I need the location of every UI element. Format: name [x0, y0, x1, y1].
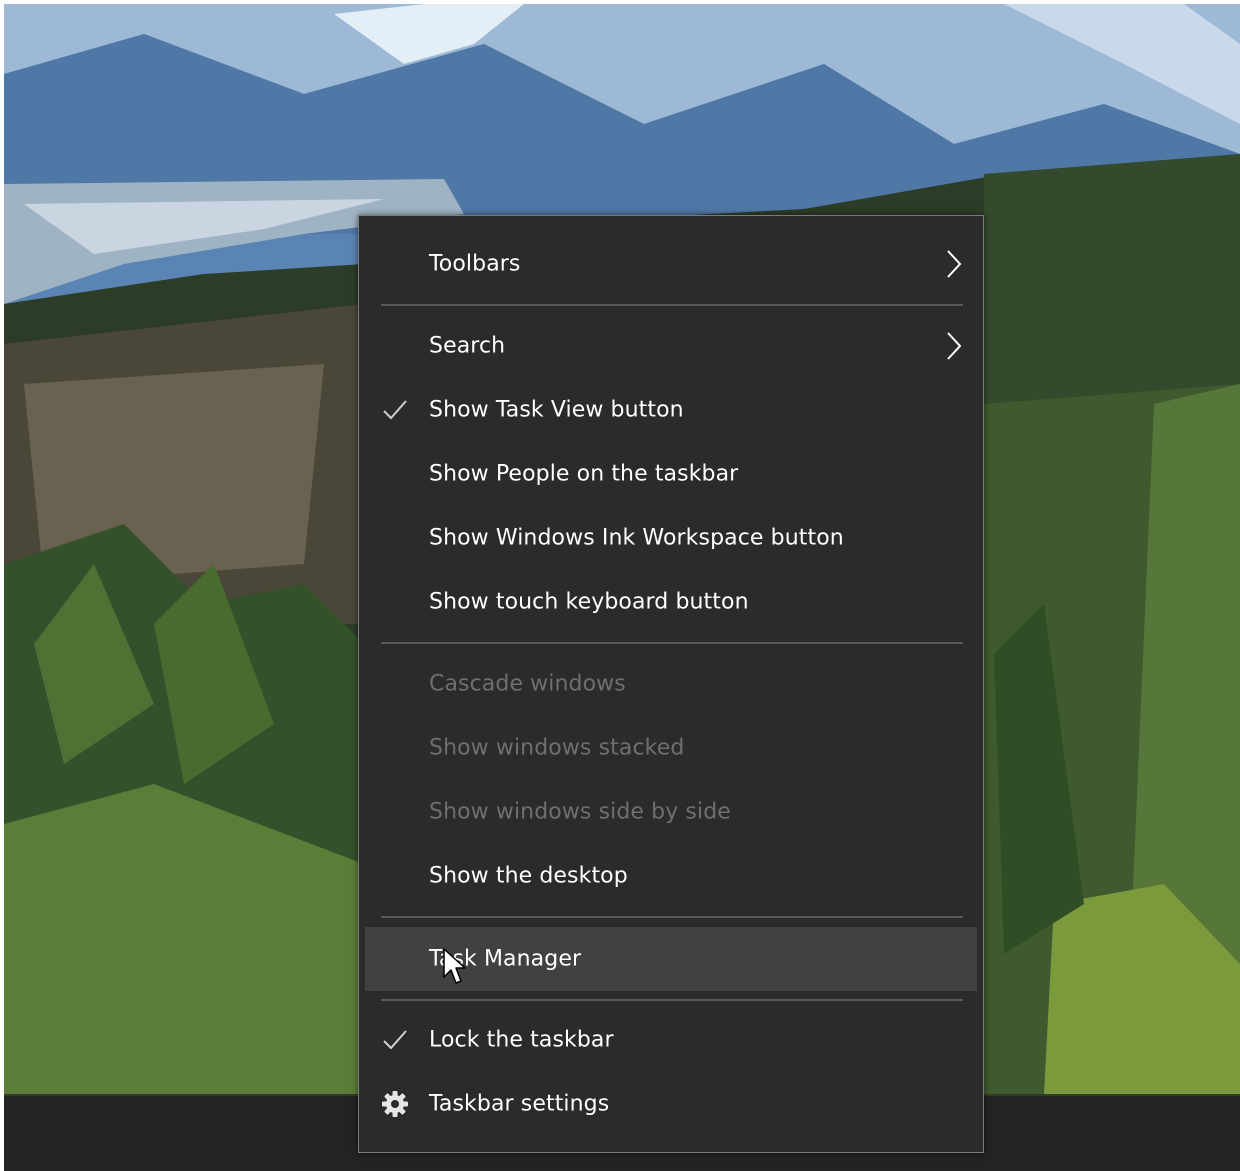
mouse-cursor-icon [443, 948, 466, 984]
menu-item-label: Cascade windows [429, 671, 626, 697]
menu-item-label: Lock the taskbar [429, 1027, 614, 1053]
menu-separator [381, 916, 963, 918]
menu-item-label: Show windows stacked [429, 735, 685, 761]
taskbar-context-menu: Toolbars Search Show Task View button Sh… [358, 215, 984, 1153]
chevron-right-icon [947, 250, 962, 278]
menu-item-show-windows-stacked: Show windows stacked [359, 717, 983, 779]
menu-item-label: Show People on the taskbar [429, 461, 739, 487]
menu-item-show-touch-keyboard[interactable]: Show touch keyboard button [359, 571, 983, 633]
menu-item-label: Show windows side by side [429, 799, 731, 825]
menu-item-taskbar-settings[interactable]: Taskbar settings [359, 1073, 983, 1135]
menu-item-show-windows-side-by-side: Show windows side by side [359, 781, 983, 843]
menu-item-lock-taskbar[interactable]: Lock the taskbar [359, 1009, 983, 1071]
menu-item-label: Show Windows Ink Workspace button [429, 525, 844, 551]
menu-item-show-task-view[interactable]: Show Task View button [359, 379, 983, 441]
gear-icon [382, 1091, 408, 1117]
menu-item-label: Taskbar settings [429, 1091, 610, 1117]
menu-item-show-ink-workspace[interactable]: Show Windows Ink Workspace button [359, 507, 983, 569]
menu-item-cascade-windows: Cascade windows [359, 653, 983, 715]
menu-item-label: Show Task View button [429, 397, 684, 423]
menu-separator [381, 304, 963, 306]
menu-separator [381, 999, 963, 1001]
chevron-right-icon [947, 332, 962, 360]
menu-item-search[interactable]: Search [359, 315, 983, 377]
menu-separator [381, 642, 963, 644]
menu-item-show-people[interactable]: Show People on the taskbar [359, 443, 983, 505]
menu-item-show-desktop[interactable]: Show the desktop [359, 845, 983, 907]
menu-item-label: Show touch keyboard button [429, 589, 749, 615]
menu-item-label: Toolbars [429, 251, 521, 277]
menu-item-toolbars[interactable]: Toolbars [359, 233, 983, 295]
menu-item-label: Search [429, 333, 506, 359]
menu-item-label: Show the desktop [429, 863, 628, 889]
checkmark-icon [383, 1030, 407, 1050]
checkmark-icon [383, 400, 407, 420]
